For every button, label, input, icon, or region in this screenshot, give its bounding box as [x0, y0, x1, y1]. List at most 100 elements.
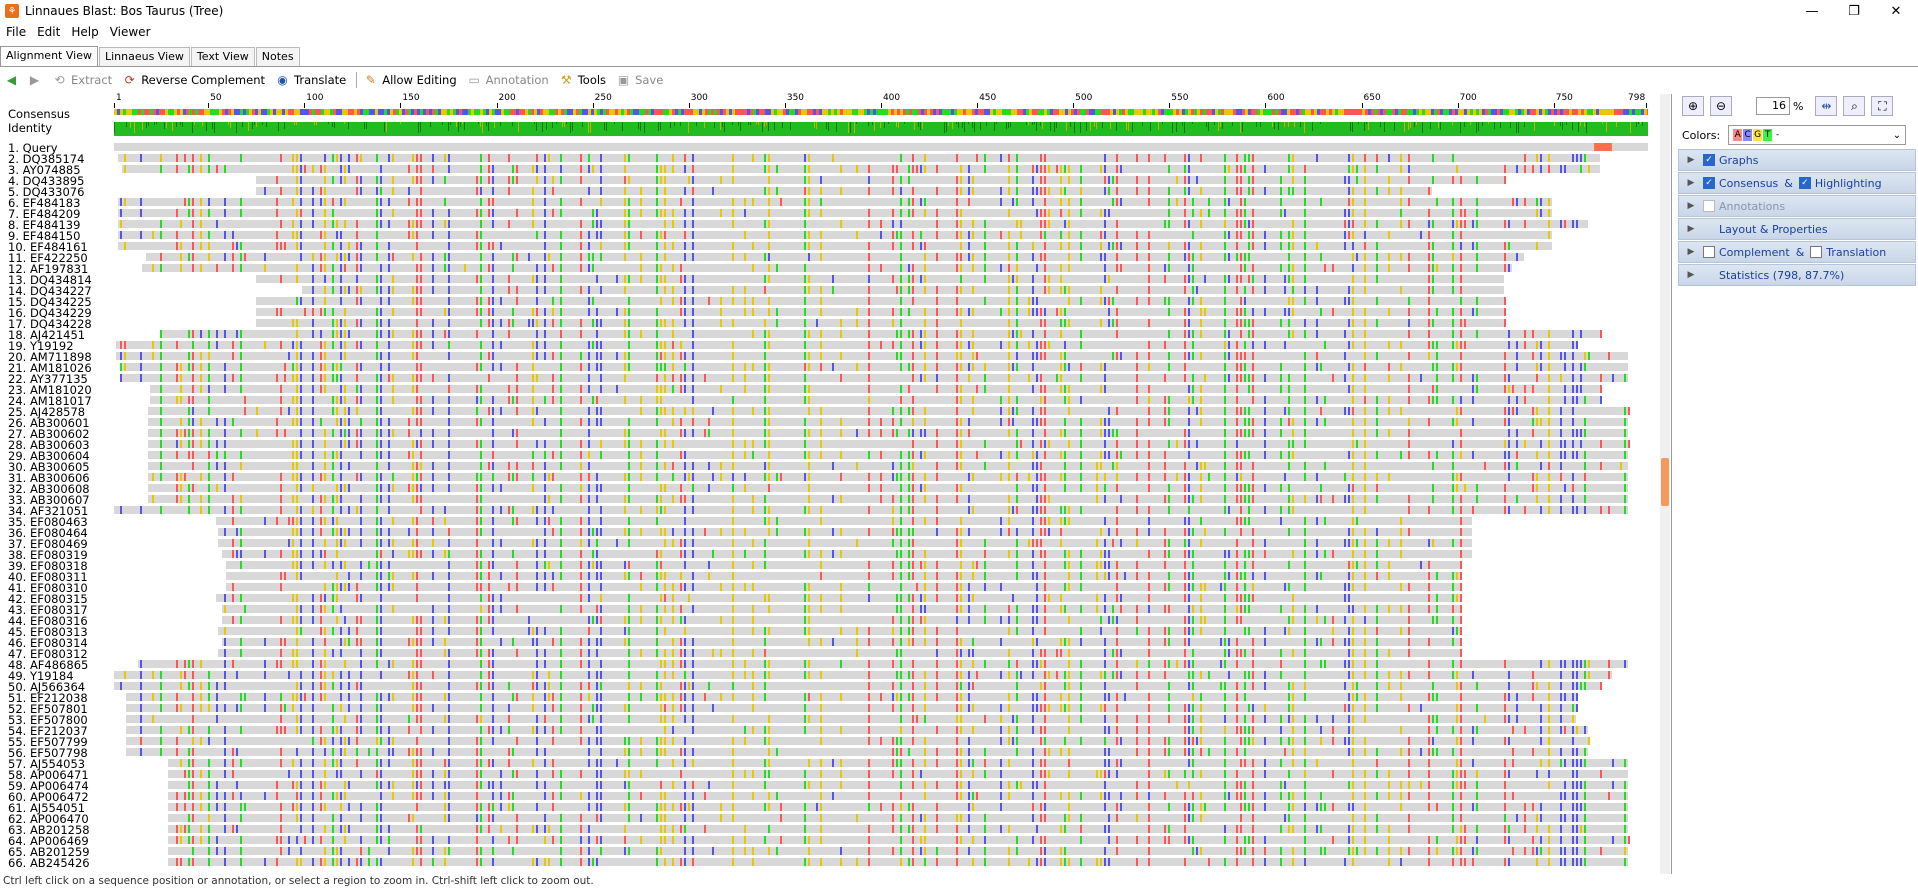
base-mismatch — [1036, 308, 1038, 316]
base-mismatch — [900, 407, 902, 415]
base-mismatch — [660, 407, 662, 415]
base-mismatch — [804, 231, 806, 239]
base-mismatch — [684, 220, 686, 228]
base-mismatch — [480, 231, 482, 239]
base-mismatch — [344, 330, 346, 338]
base-mismatch — [420, 264, 422, 272]
base-mismatch — [924, 374, 926, 382]
base-mismatch — [240, 594, 242, 602]
base-mismatch — [912, 154, 914, 162]
sequence-label[interactable]: 66. AB245426 — [8, 857, 90, 869]
base-mismatch — [1240, 165, 1242, 173]
base-mismatch — [360, 616, 362, 624]
base-mismatch — [508, 462, 510, 470]
base-mismatch — [1304, 286, 1306, 294]
base-mismatch — [924, 154, 926, 162]
base-mismatch — [1168, 539, 1170, 547]
base-mismatch — [1292, 165, 1294, 173]
base-mismatch — [192, 352, 194, 360]
base-mismatch — [1000, 341, 1002, 349]
reverse-complement-button[interactable]: ⟳ Reverse Complement — [122, 73, 265, 88]
base-mismatch — [1364, 220, 1366, 228]
menu-help[interactable]: Help — [65, 25, 103, 39]
base-mismatch — [600, 319, 602, 327]
tab-notes[interactable]: Notes — [255, 47, 300, 66]
base-mismatch — [956, 176, 958, 184]
forward-button[interactable]: ▶ — [27, 73, 46, 88]
base-mismatch — [1264, 506, 1266, 514]
base-mismatch — [1508, 473, 1510, 481]
menu-file[interactable]: File — [0, 25, 31, 39]
base-mismatch — [1536, 407, 1538, 415]
consensus-base — [1020, 109, 1023, 115]
base-mismatch — [320, 231, 322, 239]
base-mismatch — [1304, 517, 1306, 525]
base-mismatch — [240, 363, 242, 371]
base-mismatch — [1236, 242, 1238, 250]
base-mismatch — [1432, 286, 1434, 294]
base-mismatch — [264, 264, 266, 272]
base-mismatch — [624, 231, 626, 239]
alignment-grid[interactable] — [112, 142, 1652, 874]
base-mismatch — [1188, 385, 1190, 393]
base-mismatch — [956, 572, 958, 580]
base-mismatch — [764, 220, 766, 228]
minimize-button[interactable]: — — [1792, 0, 1832, 22]
base-mismatch — [1036, 616, 1038, 624]
consensus-base — [1311, 109, 1314, 115]
tab-text-view[interactable]: Text View — [190, 47, 255, 66]
identity-dip — [488, 122, 489, 131]
base-mismatch — [1164, 154, 1166, 162]
base-mismatch — [1168, 396, 1170, 404]
identity-dip — [1366, 122, 1367, 124]
base-mismatch — [868, 341, 870, 349]
base-mismatch — [340, 286, 342, 294]
consensus-base — [957, 109, 960, 115]
base-mismatch — [344, 264, 346, 272]
tools-button[interactable]: ⚒ Tools — [559, 73, 606, 88]
base-mismatch — [1108, 209, 1110, 217]
base-mismatch — [1376, 275, 1378, 283]
base-mismatch — [552, 264, 554, 272]
tab-alignment-view[interactable]: Alignment View — [0, 46, 98, 66]
annotation-button[interactable]: ▭ Annotation — [467, 73, 548, 88]
base-mismatch — [300, 352, 302, 360]
base-mismatch — [1100, 253, 1102, 261]
tab-linnaeus-view[interactable]: Linnaeus View — [98, 47, 190, 66]
base-mismatch — [1304, 275, 1306, 283]
identity-track[interactable] — [114, 122, 1648, 136]
translate-button[interactable]: ◉ Translate — [275, 73, 346, 88]
base-mismatch — [968, 495, 970, 503]
base-mismatch — [188, 352, 190, 360]
base-mismatch — [1280, 517, 1282, 525]
base-mismatch — [732, 539, 734, 547]
save-button[interactable]: ▣ Save — [616, 73, 663, 88]
base-mismatch — [1112, 319, 1114, 327]
base-mismatch — [492, 396, 494, 404]
base-mismatch — [924, 253, 926, 261]
extract-button[interactable]: ⟲ Extract — [52, 73, 112, 88]
identity-dip — [918, 122, 919, 127]
consensus-track[interactable] — [114, 109, 1648, 115]
base-mismatch — [388, 451, 390, 459]
close-button[interactable]: ✕ — [1876, 0, 1916, 22]
allow-editing-button[interactable]: ✎ Allow Editing — [363, 73, 457, 88]
base-mismatch — [580, 165, 582, 173]
consensus-base — [522, 109, 525, 115]
menu-edit[interactable]: Edit — [31, 25, 65, 39]
base-mismatch — [296, 154, 298, 162]
position-ruler[interactable]: 1 50 100 150 200 250 300 350 400 450 500 550 600 650 7… — [112, 94, 1652, 108]
base-mismatch — [448, 253, 450, 261]
base-mismatch — [1248, 429, 1250, 437]
maximize-button[interactable]: ❐ — [1834, 0, 1874, 22]
base-mismatch — [412, 286, 414, 294]
back-button[interactable]: ◀ — [4, 73, 23, 88]
base-mismatch — [628, 363, 630, 371]
base-mismatch — [892, 616, 894, 624]
base-mismatch — [1320, 363, 1322, 371]
base-mismatch — [532, 539, 534, 547]
base-mismatch — [600, 231, 602, 239]
menu-viewer[interactable]: Viewer — [104, 25, 156, 39]
base-mismatch — [596, 616, 598, 624]
identity-dip — [462, 122, 463, 124]
